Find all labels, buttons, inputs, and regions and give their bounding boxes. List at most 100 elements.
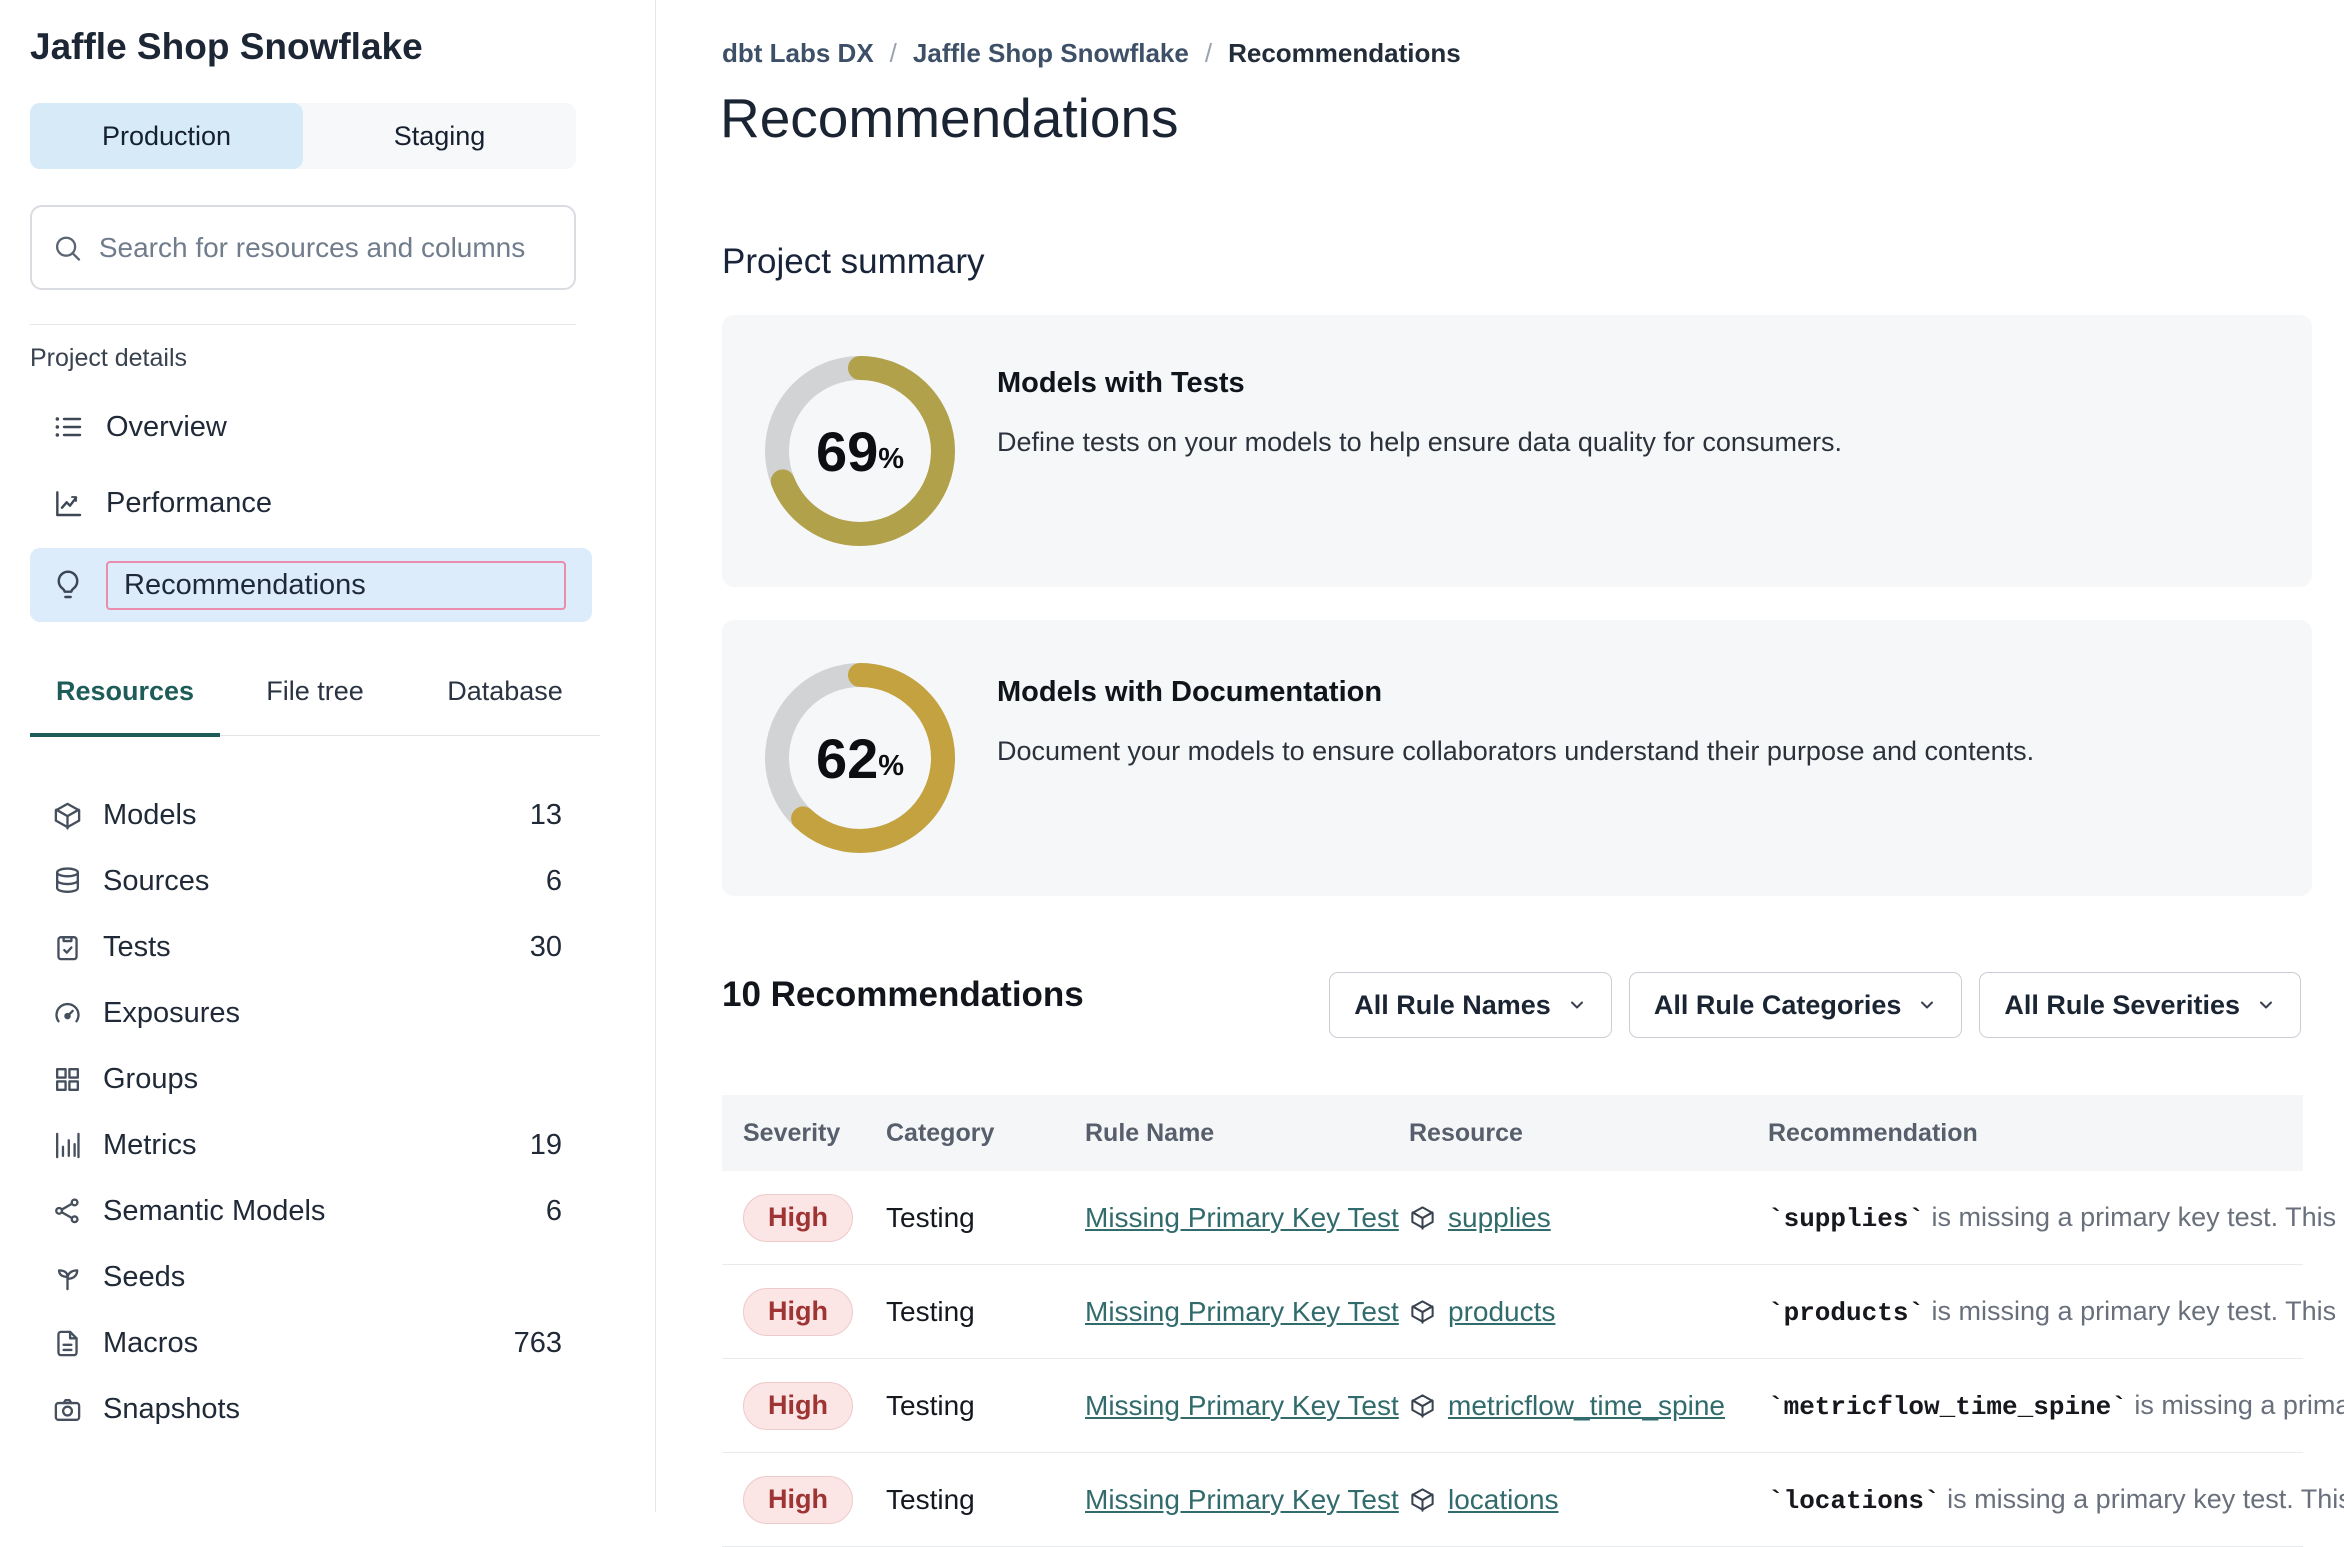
nav-item-performance[interactable]: Performance <box>30 472 592 534</box>
filter-label: All Rule Severities <box>2004 990 2240 1021</box>
resource-code: `metricflow_time_spine` <box>1768 1392 2127 1422</box>
grid-icon <box>52 1064 83 1095</box>
rule-name-link[interactable]: Missing Primary Key Test <box>1085 1390 1399 1421</box>
card-description: Define tests on your models to help ensu… <box>997 427 1842 458</box>
resource-label: Models <box>103 799 197 832</box>
resource-count: 6 <box>546 865 562 898</box>
resource-label: Tests <box>103 931 171 964</box>
category-cell: Testing <box>886 1390 1085 1422</box>
rule-name-link[interactable]: Missing Primary Key Test <box>1085 1484 1399 1515</box>
resource-label: Macros <box>103 1327 198 1360</box>
breadcrumb-account[interactable]: dbt Labs DX <box>722 38 874 69</box>
clipboard-check-icon <box>52 932 83 963</box>
tab-production[interactable]: Production <box>30 103 303 169</box>
resource-link[interactable]: metricflow_time_spine <box>1448 1390 1725 1422</box>
camera-icon <box>52 1394 83 1425</box>
rule-name-link[interactable]: Missing Primary Key Test <box>1085 1202 1399 1233</box>
tab-file-tree[interactable]: File tree <box>220 676 410 735</box>
category-cell: Testing <box>886 1296 1085 1328</box>
sidebar-item-tests[interactable]: Tests 30 <box>30 914 562 980</box>
chevron-down-icon <box>1917 995 1937 1015</box>
sidebar-item-snapshots[interactable]: Snapshots <box>30 1376 562 1442</box>
card-title: Models with Tests <box>997 367 1245 400</box>
recommendation-text: is missing a primary ke <box>2127 1390 2344 1420</box>
sidebar-item-metrics[interactable]: Metrics 19 <box>30 1112 562 1178</box>
breadcrumb: dbt Labs DX / Jaffle Shop Snowflake / Re… <box>722 38 1461 69</box>
sidebar-item-models[interactable]: Models 13 <box>30 782 562 848</box>
resource-label: Snapshots <box>103 1393 240 1426</box>
col-rule-name: Rule Name <box>1085 1119 1409 1148</box>
category-cell: Testing <box>886 1484 1085 1516</box>
project-details-label: Project details <box>30 344 187 373</box>
breadcrumb-separator: / <box>890 38 897 69</box>
recommendations-count-heading: 10 Recommendations <box>722 975 1084 1015</box>
cube-icon <box>1409 1204 1436 1231</box>
recommendation-text: is missing a primary key test. This tes <box>1940 1484 2344 1514</box>
sidebar-item-semantic-models[interactable]: Semantic Models 6 <box>30 1178 562 1244</box>
breadcrumb-project[interactable]: Jaffle Shop Snowflake <box>913 38 1189 69</box>
rule-name-link[interactable]: Missing Primary Key Test <box>1085 1296 1399 1327</box>
severity-badge: High <box>743 1382 853 1430</box>
resource-count: 763 <box>514 1327 562 1360</box>
tests-coverage-donut: 69 % <box>765 356 955 546</box>
search-input[interactable] <box>99 232 554 264</box>
col-category: Category <box>886 1119 1085 1148</box>
documentation-coverage-donut: 62 % <box>765 663 955 853</box>
sidebar: Jaffle Shop Snowflake Production Staging… <box>0 0 656 1512</box>
table-row: High Testing Missing Primary Key Test lo… <box>722 1453 2303 1547</box>
sidebar-item-groups[interactable]: Groups <box>30 1046 562 1112</box>
network-icon <box>52 1196 83 1227</box>
nav-item-overview[interactable]: Overview <box>30 396 592 458</box>
percent-symbol: % <box>878 443 904 476</box>
documentation-coverage-percent: 62 <box>816 726 878 791</box>
filter-rule-names[interactable]: All Rule Names <box>1329 972 1612 1038</box>
severity-badge: High <box>743 1194 853 1242</box>
card-title: Models with Documentation <box>997 676 1382 709</box>
resource-code: `locations` <box>1768 1486 1940 1516</box>
recommendation-cell: `locations` is missing a primary key tes… <box>1768 1484 2344 1516</box>
nav-item-recommendations[interactable]: Recommendations <box>30 548 592 622</box>
col-resource: Resource <box>1409 1119 1768 1148</box>
tab-database[interactable]: Database <box>410 676 600 735</box>
cube-icon <box>52 800 83 831</box>
tests-coverage-percent: 69 <box>816 419 878 484</box>
resource-count: 6 <box>546 1195 562 1228</box>
sidebar-item-exposures[interactable]: Exposures <box>30 980 562 1046</box>
tab-resources[interactable]: Resources <box>30 676 220 737</box>
filter-rule-severities[interactable]: All Rule Severities <box>1979 972 2301 1038</box>
resource-link[interactable]: locations <box>1448 1484 1559 1516</box>
resource-code: `supplies` <box>1768 1204 1924 1234</box>
sidebar-view-tabs: Resources File tree Database <box>30 676 600 736</box>
resource-list: Models 13 Sources 6 Tests 30 Exposures <box>30 782 562 1442</box>
database-icon <box>52 866 83 897</box>
recommendation-cell: `products` is missing a primary key test… <box>1768 1296 2344 1328</box>
summary-card-models-with-documentation: 62 % Models with Documentation Document … <box>722 620 2312 896</box>
resource-link[interactable]: supplies <box>1448 1202 1551 1234</box>
recommendation-cell: `supplies` is missing a primary key test… <box>1768 1202 2344 1234</box>
table-row: High Testing Missing Primary Key Test su… <box>722 1171 2303 1265</box>
project-title: Jaffle Shop Snowflake <box>30 26 423 68</box>
sidebar-item-seeds[interactable]: Seeds <box>30 1244 562 1310</box>
percent-symbol: % <box>878 750 904 783</box>
tab-staging[interactable]: Staging <box>303 103 576 169</box>
summary-card-models-with-tests: 69 % Models with Tests Define tests on y… <box>722 315 2312 587</box>
chevron-down-icon <box>2256 995 2276 1015</box>
sidebar-item-macros[interactable]: Macros 763 <box>30 1310 562 1376</box>
sidebar-divider <box>30 324 576 325</box>
resource-link[interactable]: products <box>1448 1296 1555 1328</box>
search-box[interactable] <box>30 205 576 290</box>
filter-label: All Rule Names <box>1354 990 1551 1021</box>
list-icon <box>52 411 84 443</box>
nav-item-label: Overview <box>106 411 227 444</box>
resource-count: 13 <box>530 799 562 832</box>
resource-label: Semantic Models <box>103 1195 325 1228</box>
cube-icon <box>1409 1392 1436 1419</box>
filter-rule-categories[interactable]: All Rule Categories <box>1629 972 1963 1038</box>
gauge-icon <box>52 998 83 1029</box>
sidebar-item-sources[interactable]: Sources 6 <box>30 848 562 914</box>
recommendation-filters: All Rule Names All Rule Categories All R… <box>1329 972 2301 1038</box>
table-row: High Testing Missing Primary Key Test pr… <box>722 1265 2303 1359</box>
project-nav: Overview Performance Recommendations <box>30 396 592 636</box>
card-description: Document your models to ensure collabora… <box>997 736 2034 767</box>
resource-code: `products` <box>1768 1298 1924 1328</box>
